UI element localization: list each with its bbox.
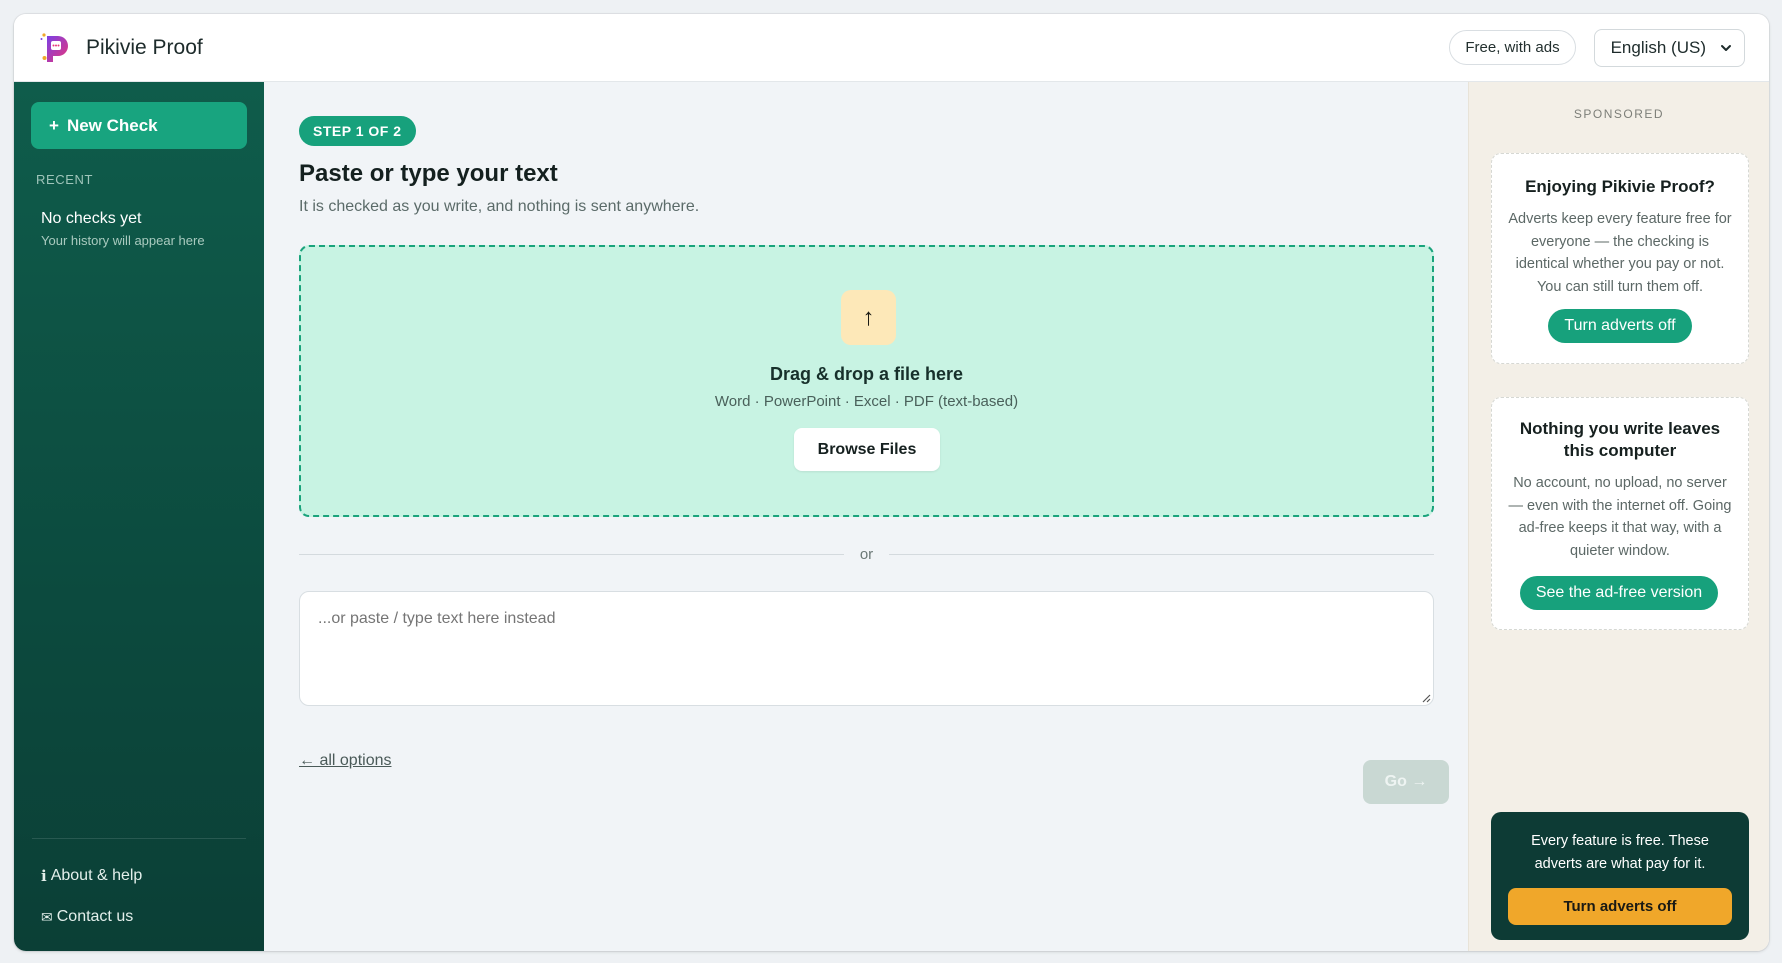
dropzone-title: Drag & drop a file here	[769, 364, 964, 384]
upload-arrow-icon: ↑	[862, 303, 875, 331]
or-line-left	[299, 553, 844, 555]
ad-card-body: Adverts keep every feature free for ever…	[1508, 211, 1732, 295]
ad-card-enjoying: Enjoying Pikivie Proof? Adverts keep eve…	[1491, 153, 1749, 364]
language-select-value: English (US)	[1610, 37, 1706, 57]
recent-section-label: RECENT	[36, 172, 94, 187]
turn-adverts-off-button[interactable]: Turn adverts off	[1548, 309, 1692, 343]
chevron-down-icon	[1721, 44, 1731, 51]
text-input[interactable]	[299, 591, 1434, 706]
empty-history-hint: Your history will appear here	[41, 233, 205, 248]
ad-free-promo-text: Every feature is free. These adverts are…	[1531, 833, 1709, 872]
new-check-label: New Check	[66, 115, 158, 135]
app-title: Pikivie Proof	[86, 35, 203, 59]
step-badge: STEP 1 OF 2	[299, 116, 416, 146]
ad-card-title: Enjoying Pikivie Proof?	[1525, 177, 1715, 196]
resize-grip-icon[interactable]	[1421, 693, 1431, 703]
upload-tile: ↑	[841, 290, 896, 345]
mail-icon: ✉	[41, 908, 53, 925]
dropzone-file-types: Word · PowerPoint · Excel · PDF (text-ba…	[714, 393, 1019, 410]
sponsored-label: SPONSORED	[1573, 107, 1665, 121]
empty-history-title: No checks yet	[41, 210, 142, 227]
browse-files-button[interactable]: Browse Files	[794, 428, 940, 471]
main-content: STEP 1 OF 2 Paste or type your text It i…	[264, 82, 1468, 951]
sidebar: + New Check RECENT No checks yet Your hi…	[14, 82, 264, 951]
page-subtitle: It is checked as you write, and nothing …	[299, 198, 700, 215]
free-with-ads-badge[interactable]: Free, with ads	[1449, 30, 1576, 65]
ad-free-promo-card: Every feature is free. These adverts are…	[1491, 812, 1749, 940]
turn-adverts-off-primary-button[interactable]: Turn adverts off	[1508, 888, 1732, 925]
info-icon: i	[41, 867, 47, 885]
sidebar-divider	[32, 838, 246, 839]
all-options-link[interactable]: ← all options	[299, 752, 392, 770]
file-dropzone[interactable]: ↑ Drag & drop a file here Word · PowerPo…	[299, 245, 1434, 517]
or-line-right	[889, 553, 1434, 555]
contact-us-label: Contact us	[56, 908, 134, 925]
go-button[interactable]: Go →	[1363, 760, 1449, 804]
new-check-button[interactable]: + New Check	[31, 102, 247, 149]
see-ad-free-version-button[interactable]: See the ad-free version	[1520, 576, 1718, 610]
ad-card-privacy: Nothing you write leaves this computer N…	[1491, 397, 1749, 630]
or-separator: or	[299, 544, 1434, 564]
about-help-label: About & help	[50, 867, 143, 884]
pikivie-logo-icon	[40, 32, 68, 62]
header-actions: Free, with ads English (US)	[1449, 28, 1745, 67]
about-help-link[interactable]: i About & help	[41, 867, 142, 885]
ad-card-title: Nothing you write leaves this computer	[1519, 419, 1721, 460]
top-header: Pikivie Proof Free, with ads English (US…	[14, 14, 1769, 82]
or-label: or	[859, 545, 874, 563]
page-title: Paste or type your text	[299, 160, 558, 187]
language-select[interactable]: English (US)	[1593, 28, 1745, 67]
plus-icon: +	[49, 115, 59, 135]
ad-card-body: No account, no upload, no server — even …	[1508, 475, 1732, 559]
ad-rail: SPONSORED Enjoying Pikivie Proof? Advert…	[1468, 82, 1769, 951]
app-window: Pikivie Proof Free, with ads English (US…	[14, 14, 1769, 951]
contact-us-link[interactable]: ✉ Contact us	[41, 908, 133, 926]
